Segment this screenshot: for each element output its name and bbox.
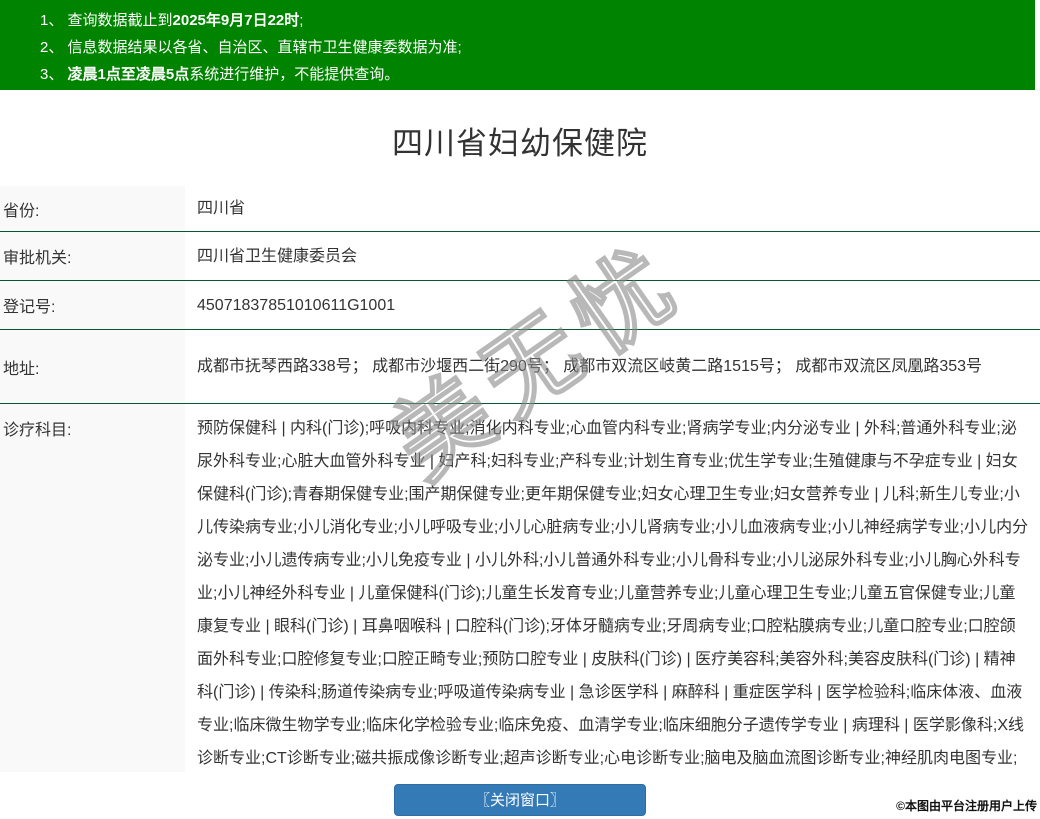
notice-2-text: 2、 信息数据结果以各省、自治区、直辖市卫生健康委数据为准; <box>40 39 462 56</box>
approval-authority-value: 四川省卫生健康委员会 <box>197 247 358 265</box>
registration-number-label: 登记号: <box>0 281 185 329</box>
upload-credit-watermark: ©本图由平台注册用户上传 <box>896 799 1037 813</box>
table-row-province: 省份: 四川省 <box>0 186 1040 232</box>
notice-1-bold: 2025年9月7日22时 <box>172 12 300 29</box>
notice-1-suffix: ; <box>299 12 304 29</box>
notice-3-bold: 凌晨1点至凌晨5点 <box>67 66 190 83</box>
address-label: 地址: <box>0 330 185 403</box>
notice-line-2: 2、 信息数据结果以各省、自治区、直辖市卫生健康委数据为准; <box>40 34 1035 61</box>
table-row-registration-number: 登记号: 45071837851010611G1001 <box>0 281 1040 330</box>
departments-value: 预防保健科 | 内科(门诊);呼吸内科专业;消化内科专业;心血管内科专业;肾病学… <box>197 420 1029 767</box>
close-window-button[interactable]: 〖关闭窗口〗 <box>394 784 646 816</box>
hospital-title: 四川省妇幼保健院 <box>392 126 648 161</box>
notice-3-prefix: 3、 <box>40 66 68 83</box>
address-value: 成都市抚琴西路338号； 成都市沙堰西二街290号； 成都市双流区岐黄二路151… <box>197 358 983 375</box>
notice-3-text: 系统进行维护，不能提供查询。 <box>189 66 400 83</box>
province-value: 四川省 <box>197 200 246 217</box>
departments-label: 诊疗科目: <box>0 404 185 772</box>
notice-line-3: 3、 凌晨1点至凌晨5点系统进行维护，不能提供查询。 <box>40 61 1035 88</box>
hospital-info-table: 省份: 四川省 审批机关: 四川省卫生健康委员会 登记号: 4507183785… <box>0 186 1040 772</box>
table-row-approval-authority: 审批机关: 四川省卫生健康委员会 <box>0 232 1040 281</box>
notice-1-text: 1、 查询数据截止到 <box>40 12 173 29</box>
notice-line-1: 1、 查询数据截止到2025年9月7日22时; <box>40 7 1035 34</box>
registration-number-value: 45071837851010611G1001 <box>197 296 396 314</box>
province-label: 省份: <box>0 186 185 231</box>
button-row: 〖关闭窗口〗 <box>0 784 1040 816</box>
approval-authority-label: 审批机关: <box>0 232 185 280</box>
table-row-address: 地址: 成都市抚琴西路338号； 成都市沙堰西二街290号； 成都市双流区岐黄二… <box>0 330 1040 404</box>
table-row-departments: 诊疗科目: 预防保健科 | 内科(门诊);呼吸内科专业;消化内科专业;心血管内科… <box>0 404 1040 772</box>
notice-banner: 1、 查询数据截止到2025年9月7日22时; 2、 信息数据结果以各省、自治区… <box>0 0 1035 90</box>
